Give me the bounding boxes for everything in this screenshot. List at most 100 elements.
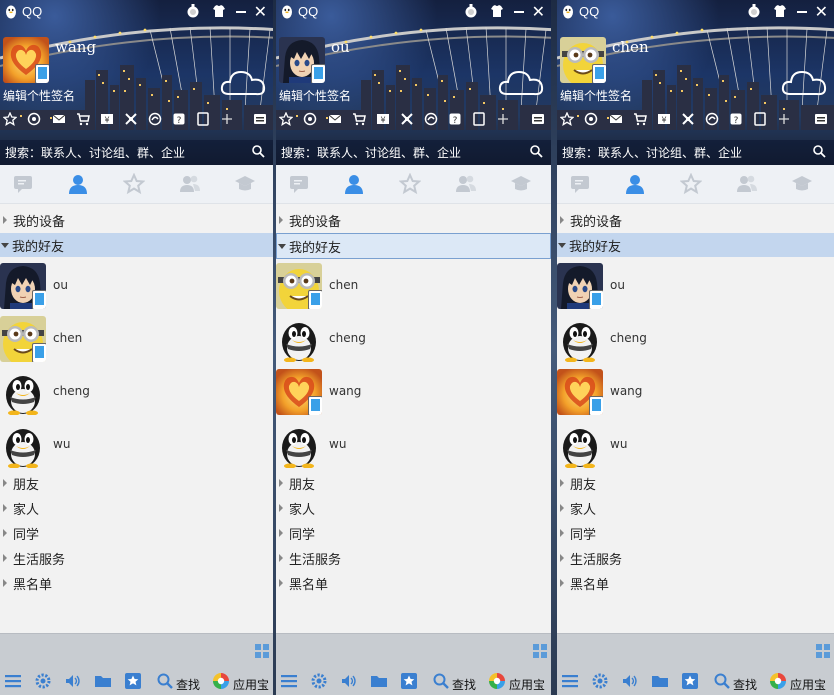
skin-shirt-icon[interactable] (211, 3, 227, 19)
find-button-label[interactable]: 查找 (452, 676, 476, 693)
app-store-icon[interactable] (488, 672, 506, 690)
group-header[interactable]: 朋友 (276, 471, 551, 495)
group-header[interactable]: 同学 (276, 521, 551, 545)
main-menu-icon[interactable] (4, 672, 22, 690)
status-indicator-icon[interactable] (463, 3, 479, 19)
find-button-label[interactable]: 查找 (176, 676, 200, 693)
wallet-icon[interactable]: ¥ (100, 112, 114, 126)
qzone-icon[interactable] (303, 112, 317, 126)
main-menu-icon[interactable] (280, 672, 298, 690)
title-bar[interactable]: QQ ✕ (276, 2, 551, 22)
friend-item[interactable]: cheng (557, 313, 834, 366)
tab-conversations-icon[interactable] (288, 173, 310, 195)
skin-shirt-icon[interactable] (772, 3, 788, 19)
settings-gear-icon[interactable] (591, 672, 609, 690)
friend-item[interactable]: wang (276, 366, 551, 419)
app-store-icon[interactable] (212, 672, 230, 690)
tab-school-icon[interactable] (234, 173, 256, 195)
group-header[interactable]: 黑名单 (276, 571, 551, 595)
group-header[interactable]: 黑名单 (0, 571, 273, 595)
favorites-box-icon[interactable] (400, 672, 418, 690)
find-search-icon[interactable] (432, 672, 450, 690)
file-folder-icon[interactable] (370, 672, 388, 690)
game-icon[interactable] (681, 112, 695, 126)
mail-icon[interactable] (609, 112, 623, 126)
app-grid-icon[interactable] (533, 644, 547, 658)
friend-item[interactable]: wu (276, 419, 551, 472)
tab-favorites-icon[interactable] (399, 173, 421, 195)
music-icon[interactable] (424, 112, 438, 126)
app-store-label[interactable]: 应用宝 (790, 676, 826, 693)
add-app-icon[interactable] (496, 112, 510, 126)
minimize-icon[interactable] (511, 3, 527, 19)
tablet-icon[interactable] (753, 112, 767, 126)
tab-groups-icon[interactable] (455, 173, 477, 195)
skin-shirt-icon[interactable] (489, 3, 505, 19)
shopping-cart-icon[interactable] (633, 112, 647, 126)
friend-item[interactable]: ou (0, 260, 273, 313)
title-bar[interactable]: QQ ✕ (0, 2, 273, 22)
username[interactable]: ou (331, 38, 350, 56)
file-folder-icon[interactable] (94, 672, 112, 690)
volume-icon[interactable] (340, 672, 358, 690)
friend-item[interactable]: cheng (0, 366, 273, 419)
friend-item[interactable]: wu (0, 419, 273, 472)
add-app-icon[interactable] (777, 112, 791, 126)
app-store-label[interactable]: 应用宝 (509, 676, 545, 693)
help-icon[interactable]: ? (729, 112, 743, 126)
mail-icon[interactable] (52, 112, 66, 126)
group-header[interactable]: 朋友 (0, 471, 273, 495)
friend-item[interactable]: wang (557, 366, 834, 419)
group-header[interactable]: 同学 (0, 521, 273, 545)
close-icon[interactable]: ✕ (815, 2, 828, 22)
tablet-icon[interactable] (472, 112, 486, 126)
avatar[interactable] (279, 37, 325, 83)
search-input[interactable]: 搜索：联系人、讨论组、群、企业 (557, 140, 834, 165)
settings-gear-icon[interactable] (310, 672, 328, 690)
tablet-icon[interactable] (196, 112, 210, 126)
music-icon[interactable] (148, 112, 162, 126)
qzone-icon[interactable] (27, 112, 41, 126)
avatar[interactable] (560, 37, 606, 83)
volume-icon[interactable] (621, 672, 639, 690)
app-manager-icon[interactable] (253, 112, 267, 126)
minimize-icon[interactable] (233, 3, 249, 19)
group-header[interactable]: 生活服务 (0, 546, 273, 570)
favorites-star-icon[interactable] (3, 112, 17, 126)
favorites-star-icon[interactable] (560, 112, 574, 126)
add-app-icon[interactable] (220, 112, 234, 126)
game-icon[interactable] (124, 112, 138, 126)
tab-favorites-icon[interactable] (123, 173, 145, 195)
settings-gear-icon[interactable] (34, 672, 52, 690)
app-manager-icon[interactable] (814, 112, 828, 126)
favorites-box-icon[interactable] (124, 672, 142, 690)
group-header[interactable]: 朋友 (557, 471, 834, 495)
main-menu-icon[interactable] (561, 672, 579, 690)
weather-cloud-icon[interactable] (219, 64, 267, 100)
group-header[interactable]: 我的好友 (276, 233, 551, 259)
tab-conversations-icon[interactable] (569, 173, 591, 195)
tab-school-icon[interactable] (791, 173, 813, 195)
app-grid-icon[interactable] (255, 644, 269, 658)
weather-cloud-icon[interactable] (780, 64, 828, 100)
group-header[interactable]: 家人 (0, 496, 273, 520)
app-grid-icon[interactable] (816, 644, 830, 658)
help-icon[interactable]: ? (448, 112, 462, 126)
signature[interactable]: 编辑个性签名 (3, 87, 75, 104)
shopping-cart-icon[interactable] (76, 112, 90, 126)
username[interactable]: chen (612, 38, 649, 56)
volume-icon[interactable] (64, 672, 82, 690)
help-icon[interactable]: ? (172, 112, 186, 126)
app-store-label[interactable]: 应用宝 (233, 676, 269, 693)
qzone-icon[interactable] (584, 112, 598, 126)
tab-school-icon[interactable] (510, 173, 532, 195)
favorites-star-icon[interactable] (279, 112, 293, 126)
tab-favorites-icon[interactable] (680, 173, 702, 195)
group-header[interactable]: 黑名单 (557, 571, 834, 595)
group-header[interactable]: 我的好友 (557, 233, 834, 257)
tab-contacts-icon[interactable] (67, 173, 89, 195)
mail-icon[interactable] (328, 112, 342, 126)
search-icon[interactable] (529, 144, 543, 158)
tab-conversations-icon[interactable] (12, 173, 34, 195)
status-indicator-icon[interactable] (746, 3, 762, 19)
